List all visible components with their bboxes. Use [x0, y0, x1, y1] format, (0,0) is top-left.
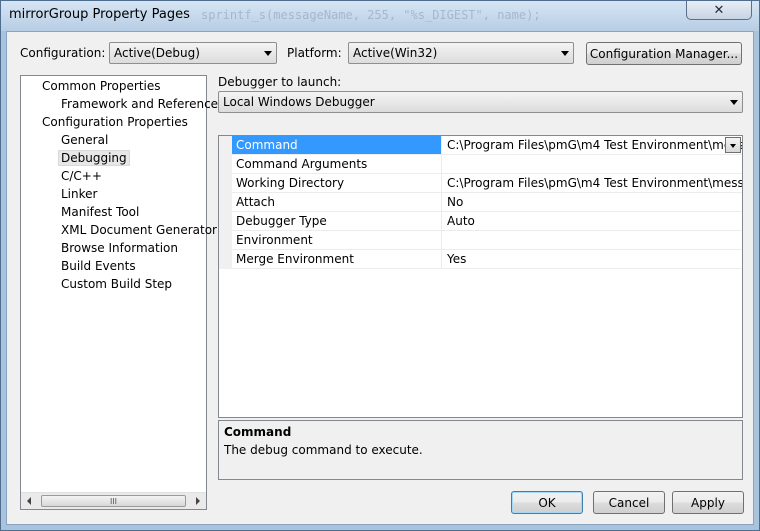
property-value[interactable]: C:\Program Files\pmG\m4 Test Environment… — [443, 136, 742, 154]
scroll-left-icon[interactable] — [27, 497, 31, 505]
debugger-dropdown[interactable]: Local Windows Debugger — [218, 91, 743, 113]
property-value[interactable]: C:\Program Files\pmG\m4 Test Environment… — [443, 174, 742, 192]
property-tree[interactable]: Common Properties Framework and Referenc… — [20, 75, 224, 510]
property-name: Command — [232, 136, 442, 154]
description-text: The debug command to execute. — [224, 443, 423, 457]
tree-item-xml-document-generator[interactable]: XML Document Generator — [61, 223, 217, 237]
tree-item-cpp[interactable]: C/C++ — [61, 169, 102, 183]
chevron-down-icon — [264, 51, 272, 56]
description-panel: Command The debug command to execute. — [218, 420, 743, 480]
dialog-client-area: Configuration: Active(Debug) Platform: A… — [6, 31, 754, 525]
property-row-environment[interactable]: Environment — [232, 231, 742, 250]
property-value[interactable]: No — [443, 193, 742, 211]
property-name: Attach — [232, 193, 442, 211]
apply-button[interactable]: Apply — [672, 491, 744, 514]
property-value[interactable]: Yes — [443, 250, 742, 268]
tree-horizontal-scrollbar[interactable]: III — [21, 492, 206, 509]
property-value[interactable] — [443, 155, 742, 173]
chevron-down-icon — [730, 100, 738, 105]
tree-item-general[interactable]: General — [61, 133, 108, 147]
property-value[interactable] — [443, 231, 742, 249]
property-name: Debugger Type — [232, 212, 442, 230]
ok-button[interactable]: OK — [511, 491, 583, 514]
grid-gutter — [219, 136, 232, 269]
background-code-text: sprintf_s(messageName, 255, "%s_DIGEST",… — [201, 8, 541, 22]
configuration-manager-button[interactable]: Configuration Manager... — [586, 42, 742, 65]
tree-item-debugging[interactable]: Debugging — [58, 150, 130, 166]
property-name: Environment — [232, 231, 442, 249]
property-name: Command Arguments — [232, 155, 442, 173]
tree-item-browse-information[interactable]: Browse Information — [61, 241, 178, 255]
configuration-dropdown[interactable]: Active(Debug) — [109, 42, 277, 64]
tree-item-build-events[interactable]: Build Events — [61, 259, 136, 273]
property-row-merge-environment[interactable]: Merge Environment Yes — [232, 250, 742, 269]
property-row-command[interactable]: Command C:\Program Files\pmG\m4 Test Env… — [232, 136, 742, 155]
property-value[interactable]: Auto — [443, 212, 742, 230]
chevron-down-icon — [561, 51, 569, 56]
debugger-to-launch-label: Debugger to launch: — [218, 75, 342, 89]
property-row-attach[interactable]: Attach No — [232, 193, 742, 212]
scroll-thumb[interactable]: III — [41, 495, 186, 507]
configuration-value: Active(Debug) — [114, 46, 200, 60]
property-pages-window: mirrorGroup Property Pages sprintf_s(mes… — [0, 0, 760, 531]
configuration-label: Configuration: — [20, 46, 106, 60]
scroll-right-icon[interactable] — [196, 497, 200, 505]
cancel-button[interactable]: Cancel — [593, 491, 665, 514]
tree-item-configuration-properties[interactable]: Configuration Properties — [42, 115, 188, 129]
tree-item-custom-build-step[interactable]: Custom Build Step — [61, 277, 172, 291]
close-button[interactable]: ✕ — [686, 1, 752, 20]
description-title: Command — [224, 425, 292, 439]
property-name: Working Directory — [232, 174, 442, 192]
property-grid[interactable]: Command C:\Program Files\pmG\m4 Test Env… — [218, 135, 743, 418]
tree-item-manifest-tool[interactable]: Manifest Tool — [61, 205, 139, 219]
debugger-value: Local Windows Debugger — [223, 95, 375, 109]
title-bar[interactable]: mirrorGroup Property Pages sprintf_s(mes… — [1, 1, 759, 31]
tree-item-common-properties[interactable]: Common Properties — [42, 79, 161, 93]
scroll-grip-icon: III — [109, 496, 118, 506]
platform-label: Platform: — [287, 46, 342, 60]
property-row-working-directory[interactable]: Working Directory C:\Program Files\pmG\m… — [232, 174, 742, 193]
platform-value: Active(Win32) — [353, 46, 438, 60]
property-row-command-arguments[interactable]: Command Arguments — [232, 155, 742, 174]
window-title: mirrorGroup Property Pages — [9, 7, 190, 22]
platform-dropdown[interactable]: Active(Win32) — [348, 42, 574, 64]
value-dropdown-button[interactable] — [725, 137, 741, 153]
tree-item-framework-references[interactable]: Framework and References — [61, 97, 224, 111]
tree-item-linker[interactable]: Linker — [61, 187, 97, 201]
close-icon: ✕ — [713, 2, 725, 18]
property-row-debugger-type[interactable]: Debugger Type Auto — [232, 212, 742, 231]
property-name: Merge Environment — [232, 250, 442, 268]
